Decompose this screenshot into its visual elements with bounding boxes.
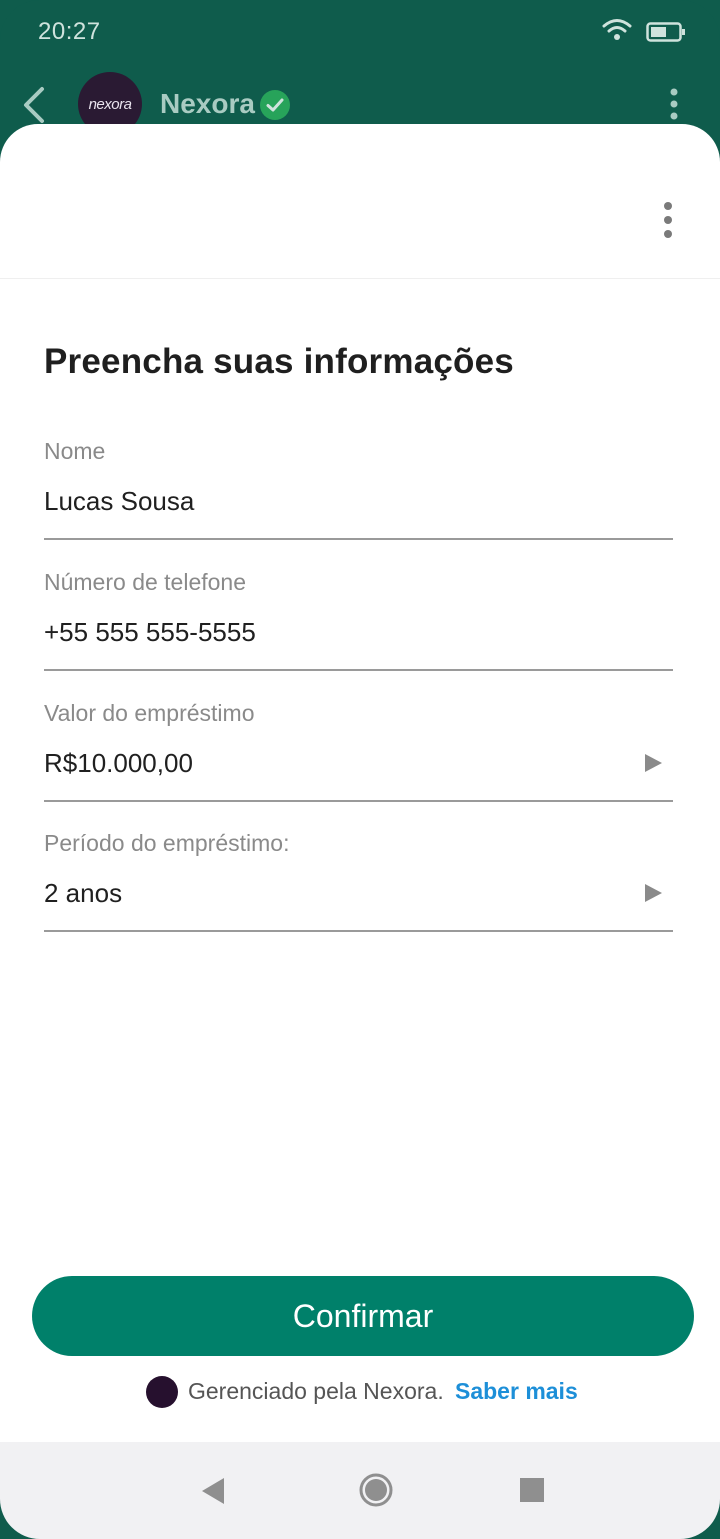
form-title: Preencha suas informações [44,342,514,381]
nav-back-icon[interactable] [200,1476,226,1506]
contact-name[interactable]: Nexora [160,88,255,120]
loan-amount-select[interactable]: Valor do empréstimo R$10.000,00 [44,700,673,802]
managed-by-row: Gerenciado pela Nexora. Saber mais [0,1376,720,1408]
verified-badge-icon [260,90,290,120]
name-field-value[interactable]: Lucas Sousa [44,486,194,517]
chevron-right-icon[interactable] [643,882,663,904]
managed-by-text: Gerenciado pela Nexora. [188,1378,444,1404]
back-arrow-icon[interactable] [20,86,48,124]
phone-field-value[interactable]: +55 555 555-5555 [44,617,256,648]
name-field-label: Nome [44,438,106,464]
battery-icon [646,22,685,42]
loan-period-label: Período do empréstimo: [44,830,290,856]
phone-field[interactable]: Número de telefone +55 555 555-5555 [44,569,673,671]
status-bar: 20:27 [0,0,720,64]
confirm-button[interactable]: Confirmar [32,1276,694,1356]
sheet-more-options-icon[interactable] [656,200,680,240]
name-field[interactable]: Nome Lucas Sousa [44,438,673,540]
sheet-toolbar [0,124,720,279]
wifi-icon [602,19,632,40]
loan-period-value[interactable]: 2 anos [44,878,122,909]
form-sheet: Preencha suas informações Nome Lucas Sou… [0,124,720,1442]
loan-period-select[interactable]: Período do empréstimo: 2 anos [44,830,673,932]
nav-home-icon[interactable] [358,1472,394,1508]
avatar-logo-text: nexora [88,95,132,113]
learn-more-link[interactable]: Saber mais [455,1378,578,1405]
phone-field-label: Número de telefone [44,569,247,595]
more-options-icon[interactable] [664,86,684,122]
loan-amount-label: Valor do empréstimo [44,700,255,726]
phone-screen: 20:27 nexora Nexora Preencha suas inform… [0,0,720,1539]
business-logo-icon [146,1376,178,1408]
system-nav-bar [0,1442,720,1539]
chevron-right-icon[interactable] [643,752,663,774]
status-time: 20:27 [38,18,101,45]
loan-amount-value[interactable]: R$10.000,00 [44,748,193,779]
nav-recents-icon[interactable] [518,1476,546,1504]
